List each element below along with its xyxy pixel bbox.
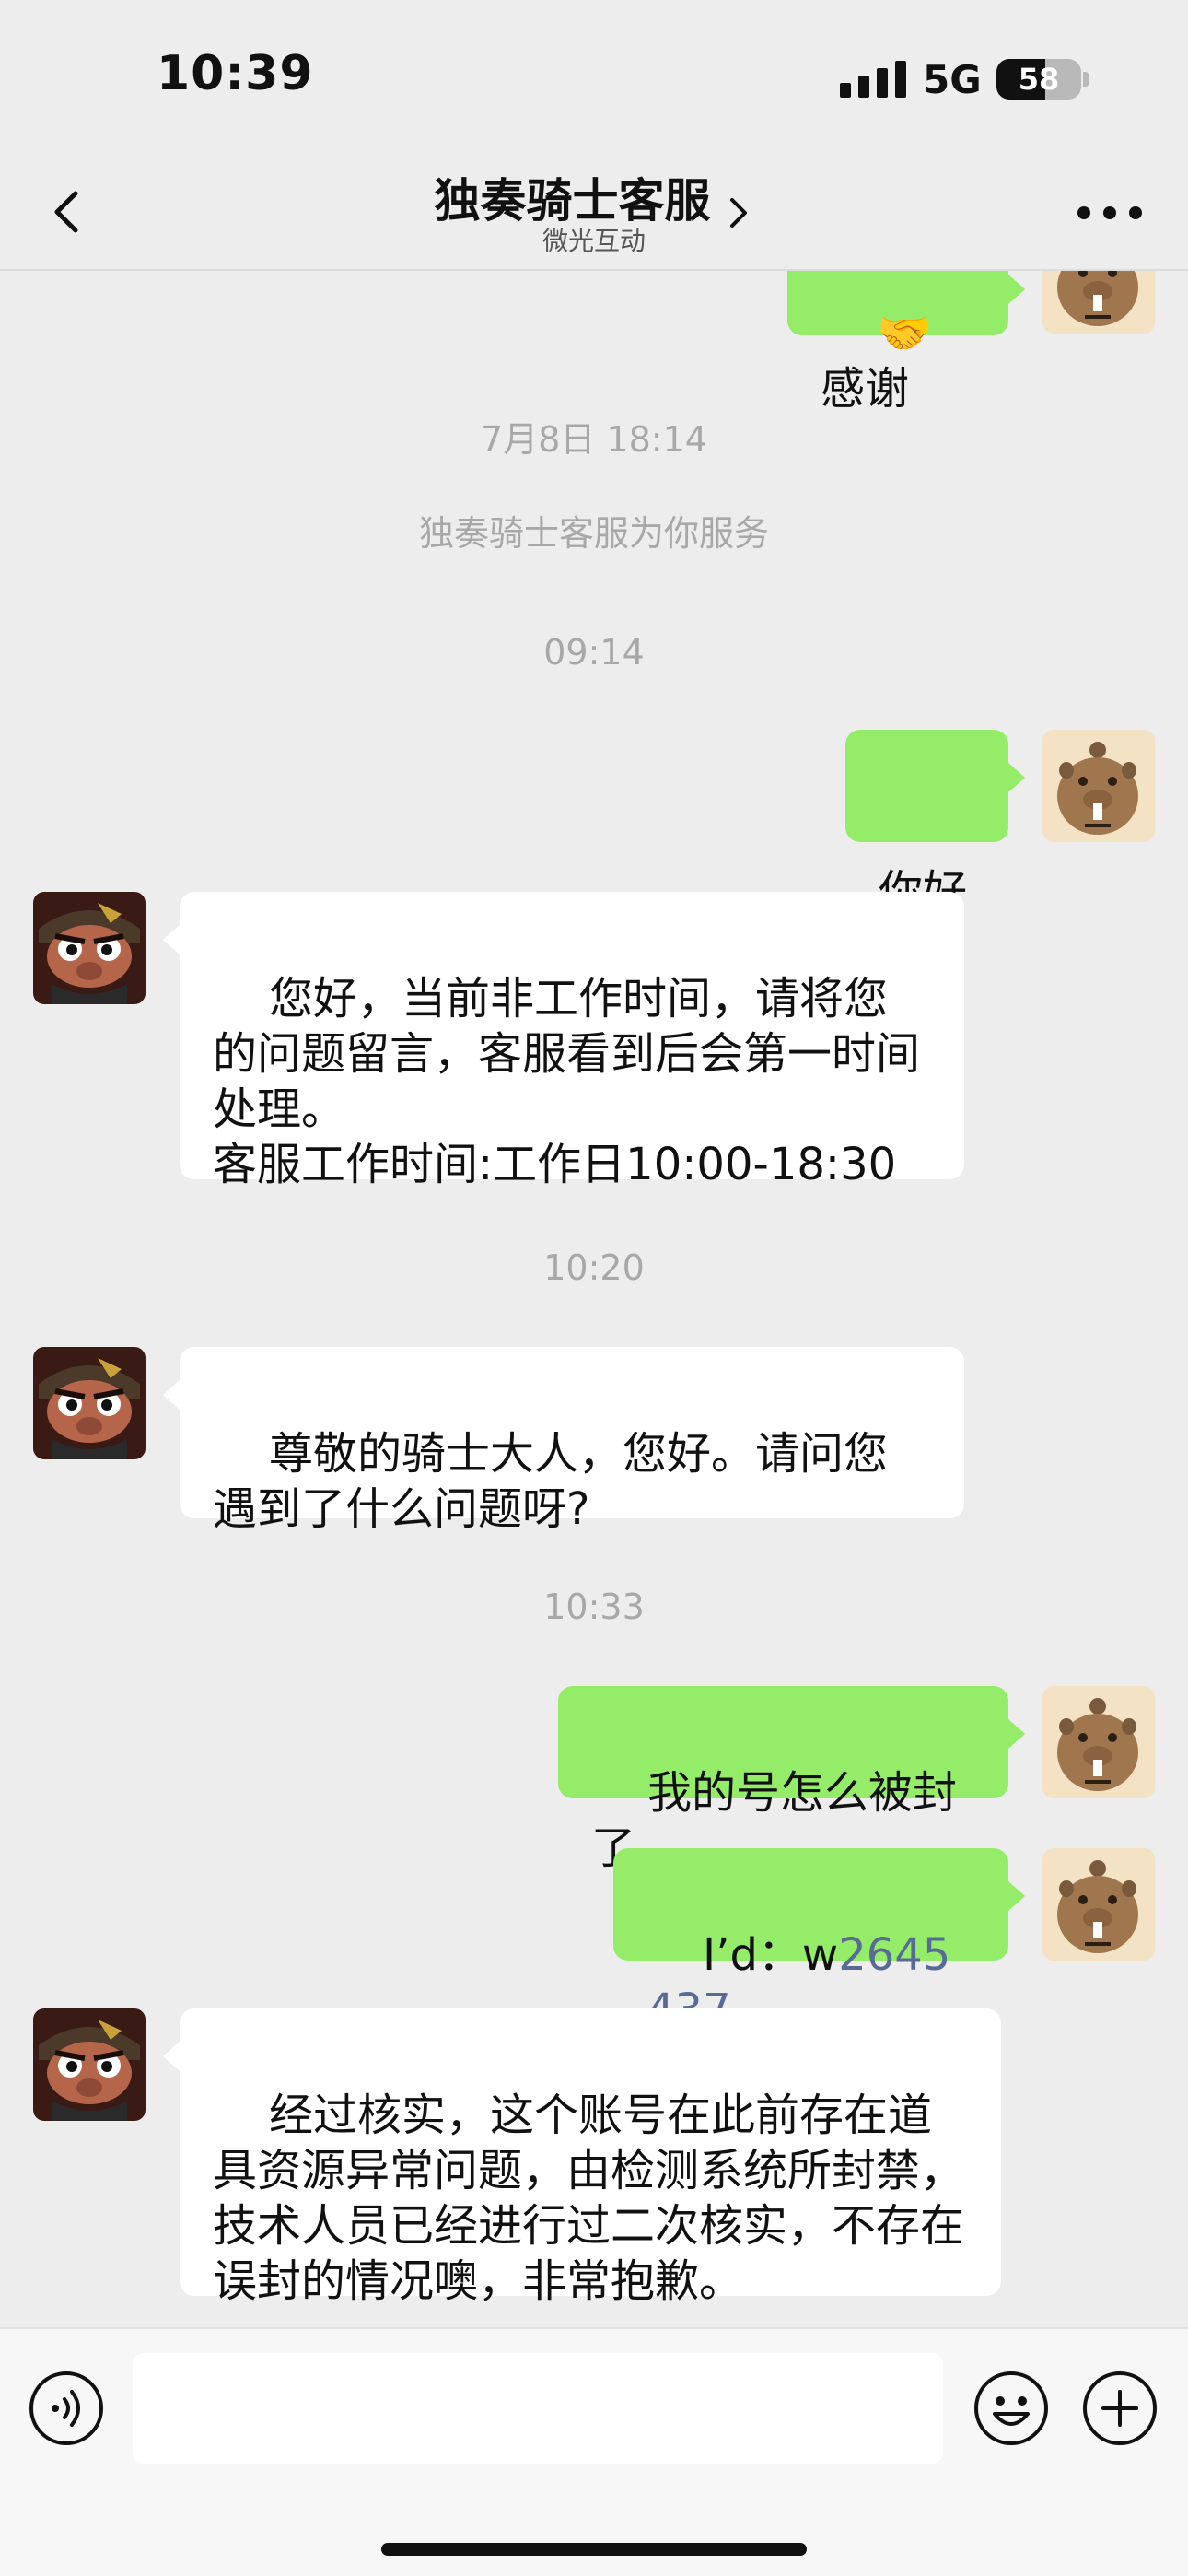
message-text: I’d：w [703,1929,839,1981]
battery-icon: 58 [996,59,1081,100]
bubble-tail [1008,275,1025,304]
message-bubble-service[interactable]: 经过核实，这个账号在此前存在道具资源异常问题，由检测系统所封禁，技术人员已经进行… [180,2008,1001,2307]
plus-icon[interactable] [1081,2370,1159,2447]
system-notice: 独奏骑士客服为你服务 [418,513,769,554]
service-avatar[interactable] [33,1347,146,1459]
message-bubble-self[interactable]: 你好 [845,730,1008,918]
status-time: 10:39 [157,46,314,101]
status-bar: 10:39 5G 58 [0,0,1188,157]
emoji-icon[interactable] [973,2370,1050,2447]
timestamp: 09:14 [543,632,645,673]
network-type: 5G [923,57,982,102]
cellular-signal-icon [840,61,906,98]
battery-percent: 58 [1018,62,1060,97]
message-bubble-self[interactable]: 我的号怎么被封了 [558,1686,1008,1874]
message-bubble-self[interactable]: 🤝感谢 [787,271,1008,415]
message-text: 尊敬的骑士大人，您好。请问您遇到了什么问题呀? [213,1428,889,1535]
message-input[interactable] [133,2353,943,2464]
bubble-tail [163,1380,180,1410]
bubble-tail [1008,1881,1025,1911]
service-avatar[interactable] [33,2008,146,2121]
nav-bar: 独奏骑士客服 微光互动 [0,157,1188,271]
service-avatar[interactable] [33,892,146,1004]
chat-message-list[interactable]: 🤝感谢 7月8日 18:14 独奏骑士客服为你服务 09:14 你好 您好，当前… [0,271,1188,2327]
bubble-tail [1008,1719,1025,1749]
timestamp: 7月8日 18:14 [481,419,707,460]
user-avatar[interactable] [1042,1848,1155,1961]
timestamp: 10:20 [543,1247,645,1288]
chat-subtitle: 微光互动 [542,226,646,256]
more-icon[interactable] [1077,206,1142,225]
user-avatar[interactable] [1042,1686,1155,1798]
handshake-emoji: 🤝 [877,308,932,359]
message-bubble-self[interactable]: I’d：w2645437 [613,1848,1008,2036]
message-text: 经过核实，这个账号在此前存在道具资源异常问题，由检测系统所封禁，技术人员已经进行… [213,2090,965,2307]
user-avatar[interactable] [1042,271,1155,334]
message-bubble-service[interactable]: 您好，当前非工作时间，请将您的问题留言，客服看到后会第一时间处理。 客服工作时间… [180,892,964,1190]
input-bar [0,2327,1188,2576]
message-bubble-service[interactable]: 尊敬的骑士大人，您好。请问您遇到了什么问题呀? [180,1347,964,1535]
message-text: 感谢 [821,363,910,415]
bubble-tail [163,925,180,954]
timestamp: 10:33 [543,1587,645,1627]
bubble-tail [163,2042,180,2071]
bubble-tail [1008,763,1025,792]
user-avatar[interactable] [1042,730,1155,842]
battery-cap [1083,72,1089,87]
home-indicator[interactable] [381,2543,807,2556]
chat-title[interactable]: 独奏骑士客服 [434,174,710,228]
voice-icon[interactable] [28,2370,105,2447]
message-text: 您好，当前非工作时间，请将您的问题留言，客服看到后会第一时间处理。 客服工作时间… [213,973,921,1190]
